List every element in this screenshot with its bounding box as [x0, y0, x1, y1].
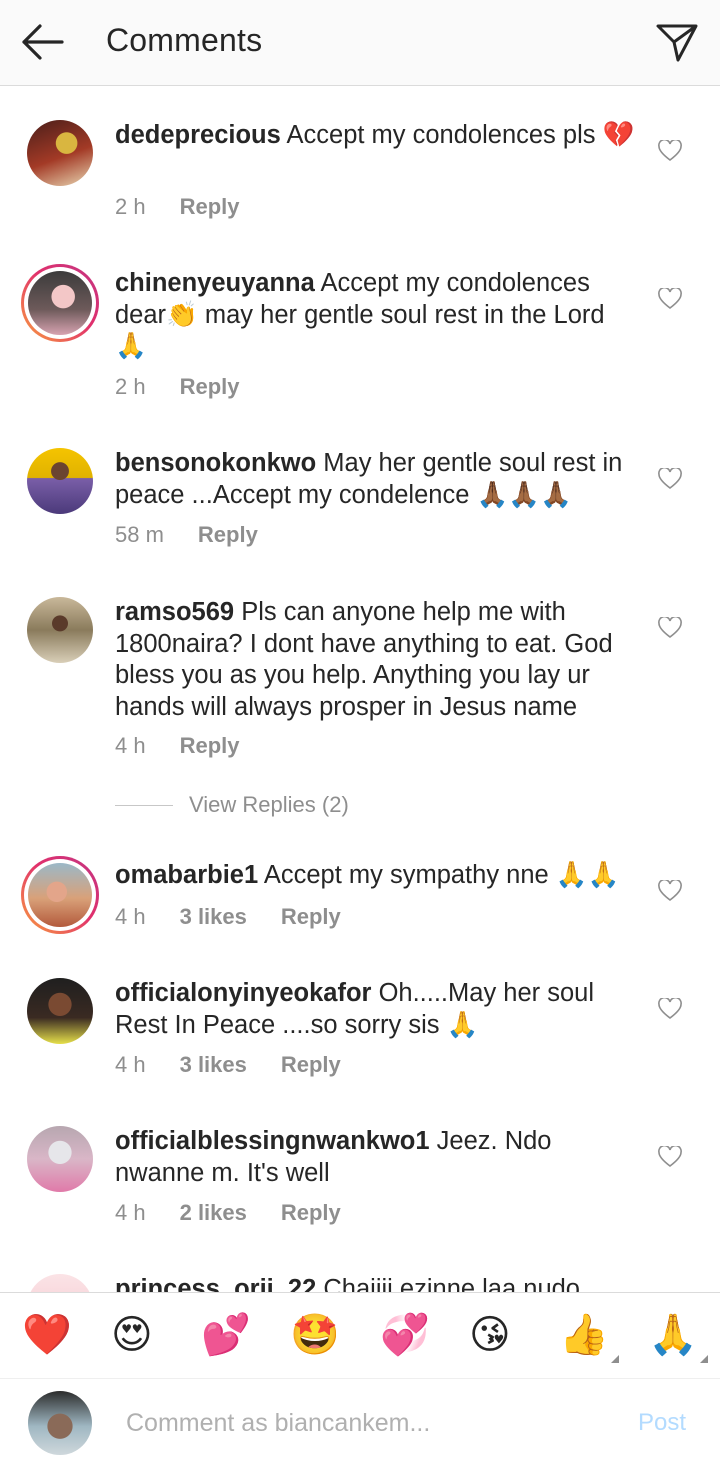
avatar[interactable]: [27, 448, 93, 514]
comment-text: chinenyeuyanna Accept my condolences dea…: [115, 268, 635, 363]
comment-text: officialonyinyeokafor Oh.....May her sou…: [115, 978, 635, 1041]
comments-list[interactable]: dedeprecious Accept my condolences pls 💔…: [0, 86, 720, 1292]
comment-body: Chaiiii ezinne laa nudo: [323, 1275, 580, 1292]
comment-meta: 58 m Reply: [115, 522, 292, 548]
emoji-heart[interactable]: ❤️: [22, 1311, 72, 1359]
heart-icon[interactable]: [658, 1144, 682, 1168]
comment-username[interactable]: officialblessingnwankwo1: [115, 1127, 430, 1155]
comment-username[interactable]: princess_orji_22: [115, 1275, 316, 1292]
comment-text: officialblessingnwankwo1 Jeez. Ndo nwann…: [115, 1126, 635, 1189]
emoji-thumbs-up[interactable]: 👍: [559, 1311, 619, 1363]
reply-button[interactable]: Reply: [180, 374, 240, 400]
emoji-folded-hands-glyph: 🙏: [648, 1312, 698, 1358]
comment-body: Accept my sympathy nne 🙏🙏: [263, 861, 620, 889]
heart-icon[interactable]: [658, 996, 682, 1020]
likes-count[interactable]: 2 likes: [180, 1200, 247, 1226]
reply-button[interactable]: Reply: [180, 733, 240, 759]
view-replies-label: View Replies (2): [189, 792, 349, 817]
avatar[interactable]: [27, 597, 93, 663]
comment-body: Accept my condolences pls 💔: [286, 121, 635, 149]
comment-meta: 4 h 2 likes Reply: [115, 1200, 375, 1226]
avatar: [28, 1391, 92, 1455]
back-arrow-icon[interactable]: [18, 20, 66, 64]
comment-time: 4 h: [115, 733, 146, 758]
comment-meta: 4 h 3 likes Reply: [115, 904, 375, 930]
comment-username[interactable]: bensonokonkwo: [115, 449, 316, 477]
comment-time: 2 h: [115, 374, 146, 399]
comment-time: 2 h: [115, 194, 146, 219]
divider: [115, 804, 173, 806]
reply-button[interactable]: Reply: [281, 1052, 341, 1078]
comment-text: bensonokonkwo May her gentle soul rest i…: [115, 448, 635, 511]
comment-text: ramso569 Pls can anyone help me with 180…: [115, 597, 635, 723]
emoji-folded-hands[interactable]: 🙏: [648, 1311, 708, 1363]
comment-username[interactable]: officialonyinyeokafor: [115, 979, 371, 1007]
skin-tone-indicator-icon: [610, 1355, 619, 1363]
header: Comments: [0, 0, 720, 86]
comment-username[interactable]: ramso569: [115, 598, 234, 626]
comment-time: 4 h: [115, 904, 146, 929]
heart-icon[interactable]: [658, 878, 682, 902]
emoji-bar: ❤️ 😍 💕 🤩 💞 😘 👍 🙏: [0, 1292, 720, 1378]
comment-username[interactable]: omabarbie1: [115, 861, 258, 889]
avatar[interactable]: [21, 264, 99, 342]
heart-icon[interactable]: [658, 138, 682, 162]
avatar[interactable]: [27, 1126, 93, 1192]
comment-meta: 2 h Reply: [115, 194, 274, 220]
comment-composer: Post: [0, 1378, 720, 1466]
comment-text: omabarbie1 Accept my sympathy nne 🙏🙏: [115, 860, 635, 892]
view-replies-button[interactable]: View Replies (2): [115, 792, 349, 818]
post-button[interactable]: Post: [638, 1409, 686, 1437]
emoji-thumbs-up-glyph: 👍: [559, 1312, 609, 1358]
comment-meta: 4 h 3 likes Reply: [115, 1052, 375, 1078]
comment-username[interactable]: dedeprecious: [115, 121, 281, 149]
emoji-heart-eyes[interactable]: 😍: [111, 1311, 153, 1359]
heart-icon[interactable]: [658, 286, 682, 310]
avatar[interactable]: [27, 1274, 93, 1292]
comment-time: 4 h: [115, 1052, 146, 1077]
reply-button[interactable]: Reply: [281, 904, 341, 930]
comment-meta: 4 h Reply: [115, 733, 274, 759]
page-title: Comments: [106, 22, 263, 58]
comment-text: princess_orji_22 Chaiiii ezinne laa nudo: [115, 1274, 635, 1292]
heart-icon[interactable]: [658, 466, 682, 490]
avatar[interactable]: [27, 120, 93, 186]
likes-count[interactable]: 3 likes: [180, 904, 247, 930]
reply-button[interactable]: Reply: [198, 522, 258, 548]
avatar[interactable]: [27, 978, 93, 1044]
skin-tone-indicator-icon: [699, 1355, 708, 1363]
emoji-revolving-hearts[interactable]: 💞: [380, 1311, 430, 1359]
emoji-two-hearts[interactable]: 💕: [201, 1311, 251, 1359]
share-direct-icon[interactable]: [654, 20, 700, 66]
comment-text: dedeprecious Accept my condolences pls 💔: [115, 120, 635, 152]
emoji-star-struck[interactable]: 🤩: [290, 1311, 340, 1359]
reply-button[interactable]: Reply: [281, 1200, 341, 1226]
reply-button[interactable]: Reply: [180, 194, 240, 220]
comment-meta: 2 h Reply: [115, 374, 274, 400]
comment-username[interactable]: chinenyeuyanna: [115, 269, 315, 297]
avatar[interactable]: [21, 856, 99, 934]
comment-input[interactable]: [126, 1403, 606, 1443]
emoji-kiss[interactable]: 😘: [469, 1311, 511, 1359]
comment-time: 58 m: [115, 522, 164, 547]
likes-count[interactable]: 3 likes: [180, 1052, 247, 1078]
heart-icon[interactable]: [658, 615, 682, 639]
comment-time: 4 h: [115, 1200, 146, 1225]
